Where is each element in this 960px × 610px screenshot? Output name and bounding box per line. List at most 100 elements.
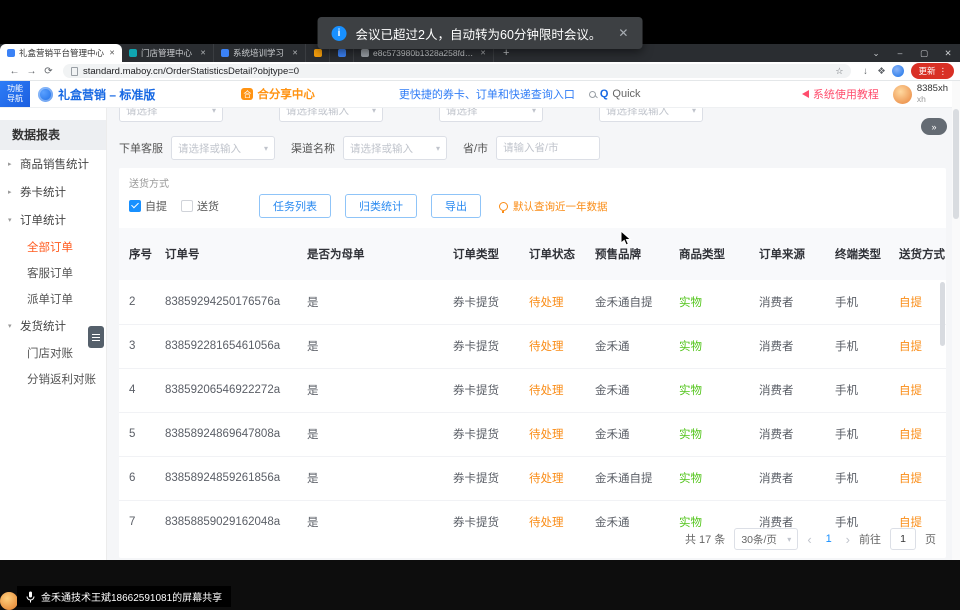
table-row[interactable]: 5 83858924869647808a 是 券卡提货 待处理 金禾通 实物 消… — [119, 412, 946, 456]
col-header-order-no: 订单号 — [155, 228, 297, 280]
goto-page-input[interactable] — [890, 528, 916, 550]
filter-row-clipped: 请选择 ▾ 请选择或输入 ▾ 请选择 ▾ 请选择或输入 ▾ — [119, 108, 912, 128]
cell-no: 4 — [119, 368, 155, 412]
table-row[interactable]: 4 83859206546922272a 是 券卡提货 待处理 金禾通 实物 消… — [119, 368, 946, 412]
back-icon[interactable]: ← — [6, 66, 23, 77]
tab-close-icon[interactable]: ✕ — [480, 49, 486, 57]
cell-delivery: 自提 — [889, 324, 946, 368]
page-scrollbar — [952, 81, 960, 560]
browser-tab[interactable]: 门店管理中心 ✕ — [122, 44, 214, 62]
table-row[interactable]: 2 83859294250176576a 是 券卡提货 待处理 金禾通自提 实物… — [119, 280, 946, 324]
page-size-select[interactable]: 30条/页 ▾ — [734, 528, 798, 550]
screen-share-indicator[interactable]: 金禾通技术王斌18662591081的屏幕共享 — [17, 586, 231, 607]
browser-profile-avatar[interactable] — [892, 65, 904, 77]
province-city-input[interactable] — [496, 136, 600, 160]
app-body: 数据报表 ▸ 商品销售统计 ▸ 券卡统计 ▾ 订单统计 全部订单 客服订单 派单… — [0, 108, 960, 560]
search-icon — [589, 91, 596, 98]
cell-no: 6 — [119, 456, 155, 500]
self-pickup-checkbox[interactable]: 自提 — [129, 198, 167, 214]
tutorial-link[interactable]: 系统使用教程 — [802, 86, 879, 102]
cell-is-mother: 是 — [297, 500, 443, 530]
sidebar-item-dispatch-orders[interactable]: 派单订单 — [0, 286, 106, 312]
current-page-button[interactable]: 1 — [821, 533, 837, 545]
meeting-avatar[interactable] — [0, 592, 18, 610]
cell-order-no: 83859294250176576a — [155, 280, 297, 324]
chevron-down-icon: ▾ — [787, 535, 791, 544]
close-button[interactable]: ✕ — [936, 44, 960, 62]
browser-tab[interactable]: 系统培训学习 ✕ — [214, 44, 306, 62]
tab-close-icon[interactable]: ✕ — [292, 49, 298, 57]
task-list-button[interactable]: 任务列表 — [259, 194, 331, 218]
export-button[interactable]: 导出 — [431, 194, 481, 218]
sidebar-item-label: 商品销售统计 — [20, 156, 89, 172]
total-count: 共 17 条 — [685, 531, 725, 547]
tutorial-label: 系统使用教程 — [813, 86, 879, 102]
forward-icon[interactable]: → — [23, 66, 40, 77]
browser-update-button[interactable]: 更新 ⋮ — [911, 63, 954, 79]
tab-close-icon[interactable]: ✕ — [109, 49, 115, 57]
filter-select[interactable]: 请选择 ▾ — [439, 108, 543, 122]
select-placeholder: 请选择 — [126, 108, 158, 118]
sidebar-collapse-button[interactable] — [88, 326, 104, 348]
extensions-icon[interactable]: ❖ — [873, 66, 889, 77]
tab-close-icon[interactable]: ✕ — [200, 49, 206, 57]
next-page-button[interactable]: › — [846, 532, 850, 547]
bottom-bar: 金禾通技术王斌18662591081的屏幕共享 — [0, 560, 960, 610]
cell-is-mother: 是 — [297, 412, 443, 456]
nav-toggle-label: 导航 — [7, 94, 23, 104]
table-row[interactable]: 6 83858924859261856a 是 券卡提货 待处理 金禾通自提 实物… — [119, 456, 946, 500]
function-nav-button[interactable]: 功能 导航 — [0, 81, 30, 107]
quick-entry-link[interactable]: 更快捷的券卡、订单和快递查询入口 — [399, 86, 575, 102]
cell-goods-type: 实物 — [669, 412, 749, 456]
filter-select[interactable]: 请选择或输入 ▾ — [279, 108, 383, 122]
expand-filters-button[interactable]: » — [921, 118, 947, 135]
table-row[interactable]: 7 83858859029162048a 是 券卡提货 待处理 金禾通 实物 消… — [119, 500, 946, 530]
user-menu[interactable]: 8385xh xh — [893, 84, 948, 105]
page-scrollbar-thumb[interactable] — [953, 109, 959, 219]
filter-select[interactable]: 请选择或输入 ▾ — [599, 108, 703, 122]
page-icon — [71, 67, 78, 76]
classified-stats-button[interactable]: 归类统计 — [345, 194, 417, 218]
brand: 礼盒营销 – 标准版 — [38, 86, 155, 103]
select-placeholder: 请选择或输入 — [606, 108, 669, 118]
quick-search[interactable]: Q Quick — [589, 88, 641, 100]
prev-page-button[interactable]: ‹ — [807, 532, 811, 547]
sidebar-item-cs-orders[interactable]: 客服订单 — [0, 260, 106, 286]
cell-order-no: 83859228165461056a — [155, 324, 297, 368]
toast-close-icon[interactable]: ✕ — [618, 26, 628, 40]
reload-icon[interactable]: ⟳ — [40, 66, 57, 77]
cell-goods-type: 实物 — [669, 368, 749, 412]
table-scrollbar-thumb[interactable] — [940, 282, 945, 346]
order-agent-select[interactable]: 请选择或输入 ▾ — [171, 136, 275, 160]
browser-tab-active[interactable]: 礼盒营销平台管理中心 ✕ — [0, 44, 122, 62]
table-row[interactable]: 3 83859228165461056a 是 券卡提货 待处理 金禾通 实物 消… — [119, 324, 946, 368]
quick-q-label: Q — [600, 88, 609, 100]
filter-select[interactable]: 请选择 ▾ — [119, 108, 223, 122]
cell-goods-type: 实物 — [669, 324, 749, 368]
sidebar-item-product-sales[interactable]: ▸ 商品销售统计 — [0, 150, 106, 178]
chevron-down-icon: ▾ — [264, 144, 268, 153]
url-box[interactable]: standard.maboy.cn/OrderStatisticsDetail?… — [63, 64, 851, 78]
bookmark-star-icon[interactable]: ☆ — [835, 66, 843, 77]
cell-is-mother: 是 — [297, 280, 443, 324]
maximize-button[interactable]: ▢ — [912, 44, 936, 62]
select-placeholder: 请选择 — [446, 108, 478, 118]
sidebar-item-order-stats[interactable]: ▾ 订单统计 — [0, 206, 106, 234]
col-header-terminal: 终端类型 — [825, 228, 889, 280]
chevron-right-icon: ▸ — [8, 160, 16, 168]
channel-name-select[interactable]: 请选择或输入 ▾ — [343, 136, 447, 160]
browser-address-bar: ← → ⟳ standard.maboy.cn/OrderStatisticsD… — [0, 62, 960, 81]
minimize-button[interactable]: – — [888, 44, 912, 62]
share-center-link[interactable]: 合 合分享中心 — [241, 86, 315, 102]
cell-no: 3 — [119, 324, 155, 368]
checkbox-unchecked-icon — [181, 200, 193, 212]
sidebar-item-rebate-reconciliation[interactable]: 分销返利对账 — [0, 366, 106, 392]
tab-search-icon[interactable]: ⌄ — [864, 44, 888, 62]
delivery-checkbox[interactable]: 送货 — [181, 198, 219, 214]
download-icon[interactable]: ↓ — [857, 66, 873, 77]
chevron-down-icon: ▾ — [372, 108, 376, 115]
sidebar-item-all-orders[interactable]: 全部订单 — [0, 234, 106, 260]
sidebar-item-coupon-stats[interactable]: ▸ 券卡统计 — [0, 178, 106, 206]
cell-brand: 金禾通自提 — [585, 456, 669, 500]
chevron-down-icon: ▾ — [436, 144, 440, 153]
